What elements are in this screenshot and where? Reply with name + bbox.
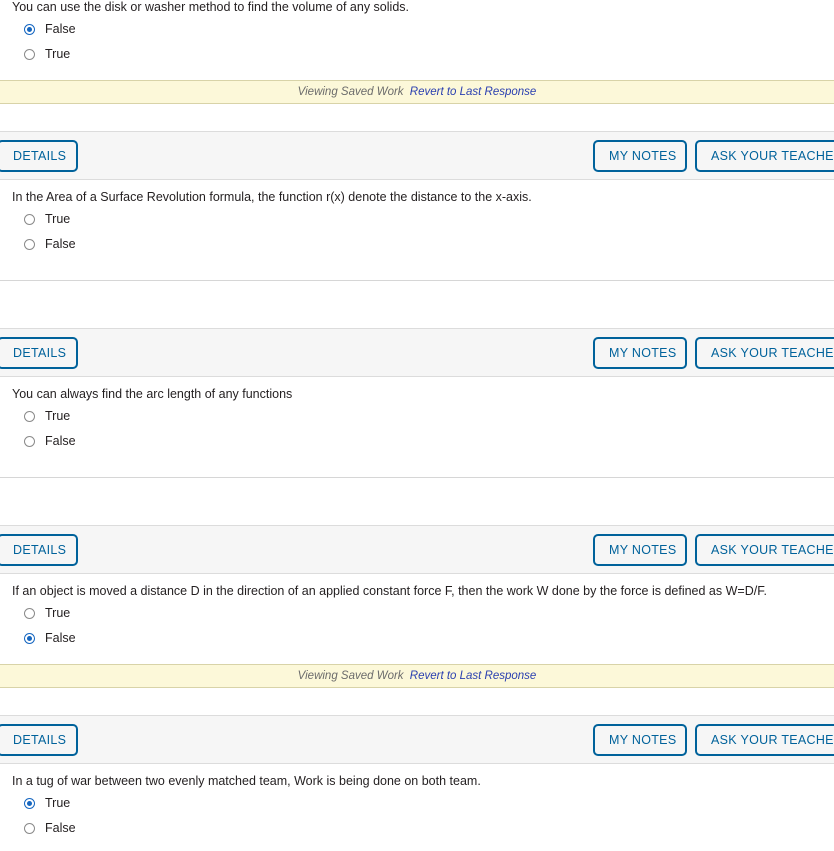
choice-option[interactable]: False [24,232,834,257]
radio-button-icon[interactable] [24,633,35,644]
choice-label: False [45,434,76,448]
radio-button-icon[interactable] [24,49,35,60]
revert-to-last-response-link[interactable]: Revert to Last Response [410,670,537,682]
my-notes-button[interactable]: MY NOTES [593,724,687,756]
question-body-2: In the Area of a Surface Revolution form… [0,180,834,280]
ask-your-teacher-button[interactable]: ASK YOUR TEACHER [695,337,834,369]
my-notes-button[interactable]: MY NOTES [593,534,687,566]
question-block-3: You can always find the arc length of an… [0,377,834,525]
question-body-4: If an object is moved a distance D in th… [0,574,834,664]
question-block-1: You can use the disk or washer method to… [0,0,834,131]
details-button[interactable]: DETAILS [0,140,78,172]
ask-your-teacher-button[interactable]: ASK YOUR TEACHER [695,724,834,756]
choice-option[interactable]: False [24,816,834,841]
choice-list: False True [12,17,834,67]
block-gap [0,281,834,328]
assignment-page: You can use the disk or washer method to… [0,0,834,841]
choice-label: True [45,47,71,61]
radio-button-icon[interactable] [24,239,35,250]
choice-label: False [45,821,76,835]
radio-button-icon[interactable] [24,24,35,35]
radio-button-icon[interactable] [24,436,35,447]
question-body-5: In a tug of war between two evenly match… [0,764,834,841]
choice-list: True False [12,601,834,651]
choice-label: True [45,409,71,423]
radio-button-icon[interactable] [24,411,35,422]
question-text: If an object is moved a distance D in th… [12,584,767,598]
details-button[interactable]: DETAILS [0,337,78,369]
ask-your-teacher-button[interactable]: ASK YOUR TEACHER [695,534,834,566]
details-button[interactable]: DETAILS [0,724,78,756]
my-notes-button[interactable]: MY NOTES [593,140,687,172]
choice-option[interactable]: False [24,17,834,42]
ask-your-teacher-button[interactable]: ASK YOUR TEACHER [695,140,834,172]
question-block-4: If an object is moved a distance D in th… [0,574,834,715]
choice-label: False [45,237,76,251]
saved-work-text: Viewing Saved Work [297,670,404,682]
spacer [12,651,834,664]
question-text: In a tug of war between two evenly match… [12,774,481,788]
choice-option[interactable]: True [24,404,834,429]
choice-list: True False [12,207,834,257]
block-gap [0,104,834,131]
choice-option[interactable]: True [24,42,834,67]
question-block-2: In the Area of a Surface Revolution form… [0,180,834,328]
my-notes-button[interactable]: MY NOTES [593,337,687,369]
question-body-1: You can use the disk or washer method to… [0,0,834,80]
choice-label: True [45,796,71,810]
choice-label: True [45,212,71,226]
spacer [12,257,834,280]
radio-button-icon[interactable] [24,798,35,809]
question-text: In the Area of a Surface Revolution form… [12,190,532,204]
choice-label: True [45,606,71,620]
revert-to-last-response-link[interactable]: Revert to Last Response [410,86,537,98]
question-toolbar-2: DETAILS MY NOTES ASK YOUR TEACHER [0,131,834,180]
saved-work-text: Viewing Saved Work [297,86,404,98]
saved-work-banner-4: Viewing Saved Work Revert to Last Respon… [0,664,834,688]
saved-work-banner-1: Viewing Saved Work Revert to Last Respon… [0,80,834,104]
question-body-3: You can always find the arc length of an… [0,377,834,477]
question-toolbar-5: DETAILS MY NOTES ASK YOUR TEACHER [0,715,834,764]
block-gap [0,478,834,525]
question-text: You can use the disk or washer method to… [12,0,409,14]
question-block-5: In a tug of war between two evenly match… [0,764,834,841]
question-toolbar-3: DETAILS MY NOTES ASK YOUR TEACHER [0,328,834,377]
choice-label: False [45,631,76,645]
details-button[interactable]: DETAILS [0,534,78,566]
radio-button-icon[interactable] [24,608,35,619]
block-gap [0,688,834,715]
question-toolbar-4: DETAILS MY NOTES ASK YOUR TEACHER [0,525,834,574]
question-text: You can always find the arc length of an… [12,387,293,401]
choice-option[interactable]: True [24,207,834,232]
radio-button-icon[interactable] [24,214,35,225]
choice-list: True False [12,404,834,454]
choice-option[interactable]: False [24,429,834,454]
spacer [12,67,834,80]
spacer [12,454,834,477]
radio-button-icon[interactable] [24,823,35,834]
choice-option[interactable]: True [24,601,834,626]
choice-option[interactable]: False [24,626,834,651]
choice-option[interactable]: True [24,791,834,816]
choice-list: True False [12,791,834,841]
choice-label: False [45,22,76,36]
